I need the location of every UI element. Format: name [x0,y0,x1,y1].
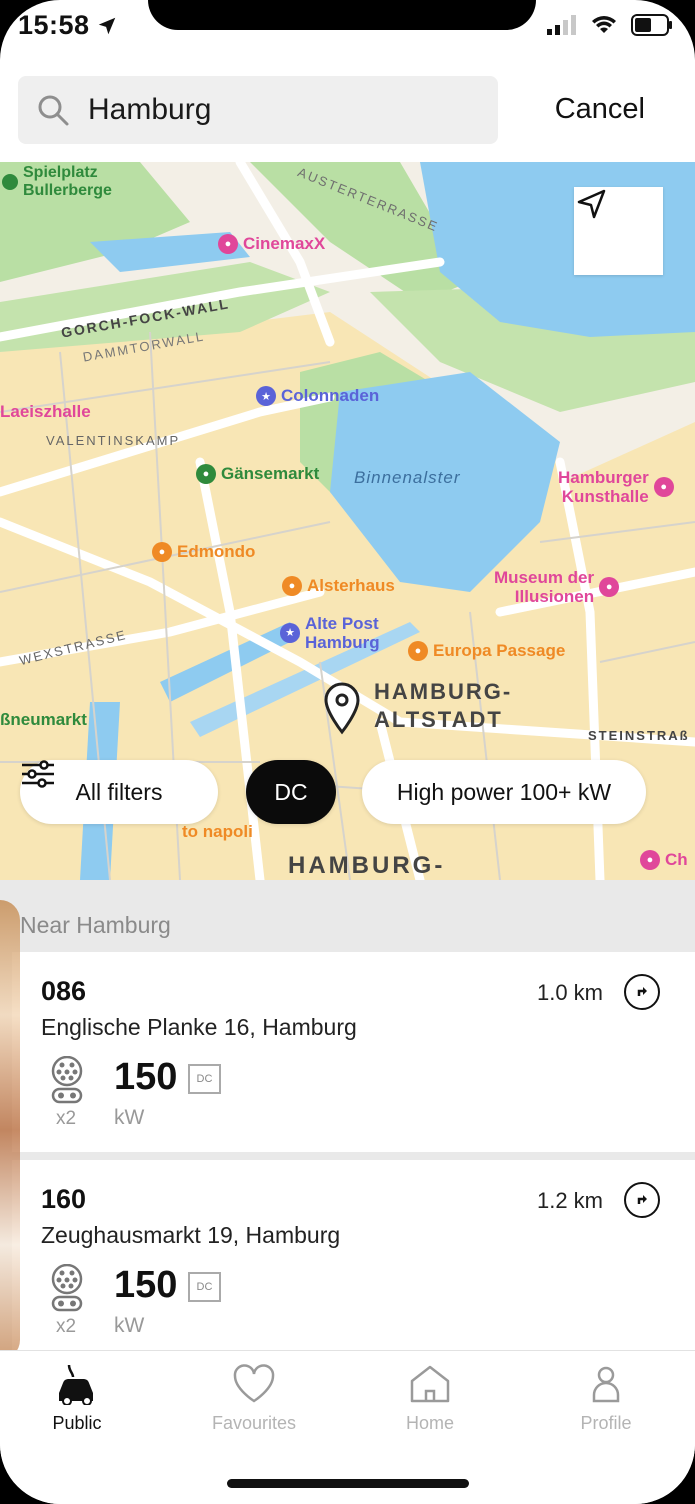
map-label-europa-passage: ● Europa Passage [408,641,565,661]
map-label-binnenalster: Binnenalster [354,468,461,487]
high-power-label: High power 100+ kW [396,778,612,805]
shopping-icon: ● [640,850,660,870]
search-input[interactable]: Hamburg [18,76,498,144]
all-filters-label: All filters [75,778,163,805]
map-label-spielplatz: Spielplatz Bullerberge [2,164,112,200]
home-indicator [227,1479,469,1488]
ccs-plug-icon [51,1056,83,1104]
list-section-title: Near Hamburg [20,912,171,938]
signal-icon [547,15,576,35]
cancel-button[interactable]: Cancel [555,93,645,126]
park-icon [2,174,18,190]
car-plug-icon [59,1364,93,1405]
map-label-museum: Museum der Illusionen ● [494,568,620,606]
station-id: 086 [41,976,87,1006]
star-icon: ★ [256,386,276,406]
station-list: Near Hamburg 086 Englische Planke 16, Ha… [0,880,695,1350]
station-distance: 1.0 km [536,980,603,1005]
status-time: 15:58 [18,10,118,41]
map-label-kunsthalle: Hamburger Kunsthalle ● [558,468,674,506]
station-address: Englische Planke 16, Hamburg [41,1014,357,1040]
power-unit: kW [114,1314,145,1337]
locate-me-button[interactable] [574,187,663,275]
tab-home[interactable]: Home [370,1363,490,1434]
directions-icon [637,987,647,996]
station-address: Zeughausmarkt 19, Hamburg [41,1222,341,1248]
directions-button[interactable] [624,1182,660,1218]
shopping-icon: ● [408,641,428,661]
connector-count: x2 [56,1316,77,1337]
time-text: 15:58 [18,10,90,40]
status-bar: 15:58 [0,0,695,56]
background-deco [0,900,20,1360]
tab-label: Home [405,1413,454,1433]
navigation-arrow-icon [577,189,606,219]
map-label-altstadt: HAMBURG- ALTSTADT [374,679,513,732]
high-power-filter-chip[interactable]: High power 100+ kW [362,760,646,824]
museum-icon: ● [599,577,620,597]
map-label-cinemaxx: ● CinemaxX [218,234,325,254]
directions-icon [637,1195,647,1204]
sliders-icon [22,760,54,788]
dc-filter-label: DC [274,778,308,805]
station-id: 160 [41,1184,87,1214]
tab-public[interactable]: Public [17,1363,137,1434]
map-label-steinstrasse: STEINSTRAß [588,728,690,743]
map-label-colonnaden: ★ Colonnaden [256,386,379,406]
station-power: 150 [114,1056,178,1098]
dc-badge: DC [188,1272,221,1302]
map-label-valentinskamp: VALENTINSKAMP [46,433,181,448]
map-label-neumarkt: ßneumarkt [0,710,87,729]
ccs-plug-icon [51,1264,83,1312]
heart-icon [233,1364,275,1403]
station-distance: 1.2 km [536,1188,603,1213]
power-unit: kW [114,1106,145,1129]
map-label-hamburg-bottom: HAMBURG- [288,852,446,879]
location-arrow-icon [98,17,115,34]
star-icon: ★ [280,623,300,643]
station-card[interactable]: 160 Zeughausmarkt 19, Hamburg 1.2 km x2 … [12,1160,695,1350]
tab-profile[interactable]: Profile [546,1363,666,1434]
cinema-icon: ● [218,234,238,254]
search-header: Hamburg Cancel [0,62,695,160]
transit-icon: ● [196,464,216,484]
battery-icon [631,14,672,36]
tab-label: Profile [580,1413,632,1433]
directions-button[interactable] [624,974,660,1010]
connector-count: x2 [56,1108,77,1129]
phone-screen: 15:58 Hamburg Cancel Spielplatz Bullerbe… [0,0,695,1504]
map-view[interactable]: Spielplatz Bullerberge AUSTERTERRASSE ● … [0,162,695,880]
dc-filter-chip[interactable]: DC [246,760,336,824]
home-icon [410,1365,450,1403]
restaurant-icon: ● [152,542,172,562]
all-filters-button[interactable]: All filters [20,760,218,824]
filter-chips: All filters DC High power 100+ kW [0,760,695,826]
dc-badge: DC [188,1064,221,1094]
tab-favourites[interactable]: Favourites [194,1363,314,1434]
search-icon [38,95,69,126]
map-label-alsterhaus: ● Alsterhaus [282,576,395,596]
shopping-icon: ● [282,576,302,596]
tab-bar: Public Favourites Home Profile [0,1350,695,1504]
station-card[interactable]: 086 Englische Planke 16, Hamburg 1.0 km … [12,952,695,1152]
map-label-ch: ● Ch [640,850,688,870]
tab-label: Public [52,1413,102,1433]
map-label-gaensemarkt: ● Gänsemarkt [196,464,319,484]
status-icons [547,14,673,36]
museum-icon: ● [653,477,674,497]
wifi-icon [592,16,616,33]
person-icon [592,1366,620,1403]
search-query: Hamburg [88,93,212,126]
tab-label: Favourites [211,1413,297,1433]
map-label-laeiszhalle: Laeiszhalle [0,402,91,421]
notch [148,0,536,30]
map-label-alte-post: ★ Alte Post Hamburg [280,614,380,652]
map-label-edmondo: ● Edmondo [152,542,255,562]
station-power: 150 [114,1264,178,1306]
